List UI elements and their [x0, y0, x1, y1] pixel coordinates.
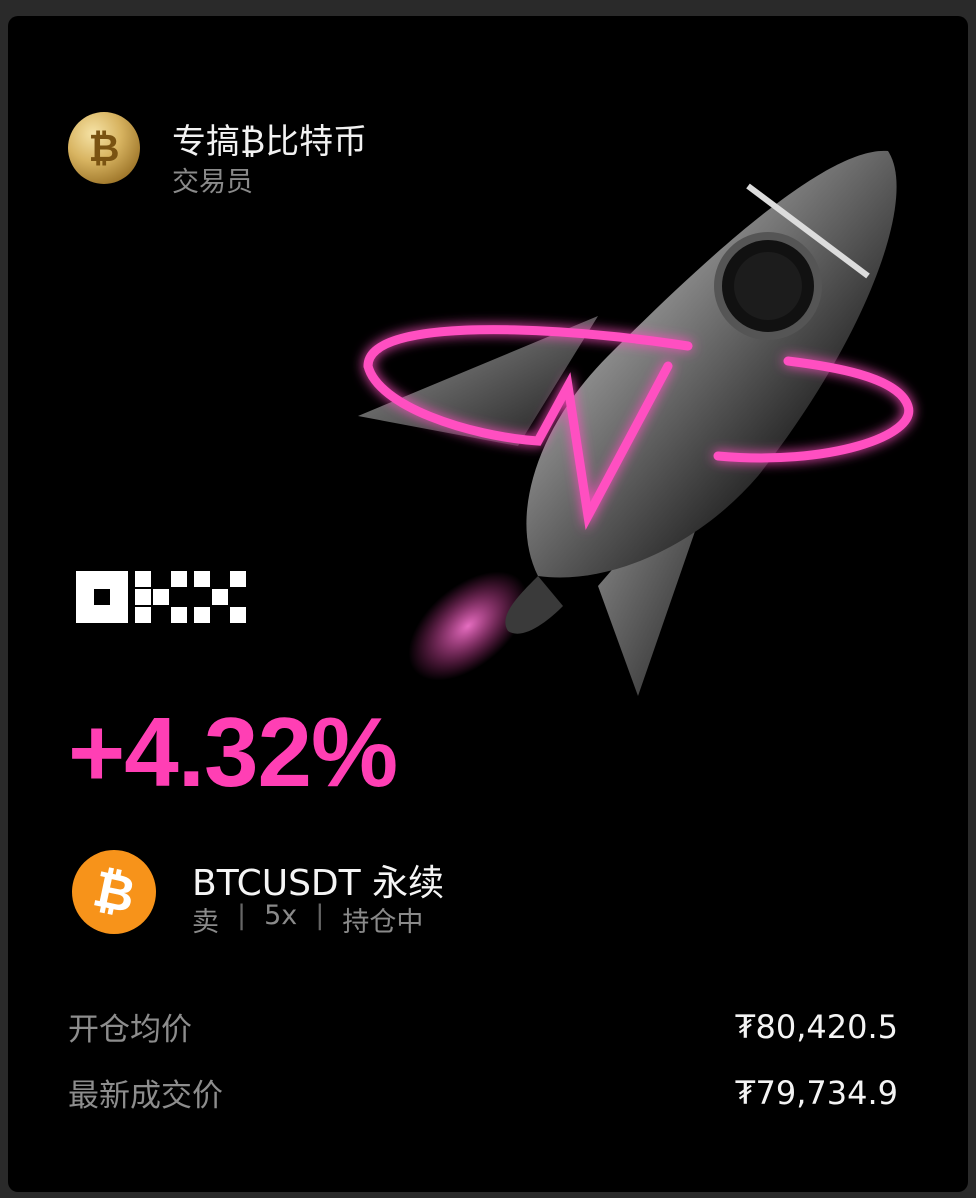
position-status: 持仓中: [342, 907, 424, 938]
okx-logo: [76, 571, 246, 623]
trader-role: 交易员: [172, 167, 253, 198]
entry-price-value: ₮80,420.5: [735, 1007, 898, 1046]
entry-price-label: 开仓均价: [68, 1012, 192, 1048]
position-leverage: 5x: [264, 900, 298, 931]
separator: |: [315, 900, 325, 931]
position-meta: 卖 | 5x | 持仓中: [192, 900, 423, 939]
entry-price-row: 开仓均价 ₮80,420.5: [68, 1004, 898, 1049]
last-price-value: ₮79,734.9: [735, 1073, 898, 1112]
trading-pair: BTCUSDT 永续: [192, 863, 445, 904]
bitcoin-icon: ₿: [72, 850, 156, 934]
pnl-percentage: +4.32%: [68, 697, 398, 807]
position-side: 卖: [192, 907, 219, 938]
bitcoin-gold-coin-icon: ₿: [88, 125, 120, 170]
rocket-illustration: [358, 150, 914, 696]
trader-avatar[interactable]: ₿: [68, 112, 140, 184]
share-card: ₿ 专搞₿比特币 交易员 +4.32% ₿ BTCUSDT 永续 卖 | 5x …: [8, 16, 968, 1192]
separator: |: [237, 900, 247, 931]
last-price-row: 最新成交价 ₮79,734.9: [68, 1070, 898, 1115]
last-price-label: 最新成交价: [68, 1078, 223, 1114]
